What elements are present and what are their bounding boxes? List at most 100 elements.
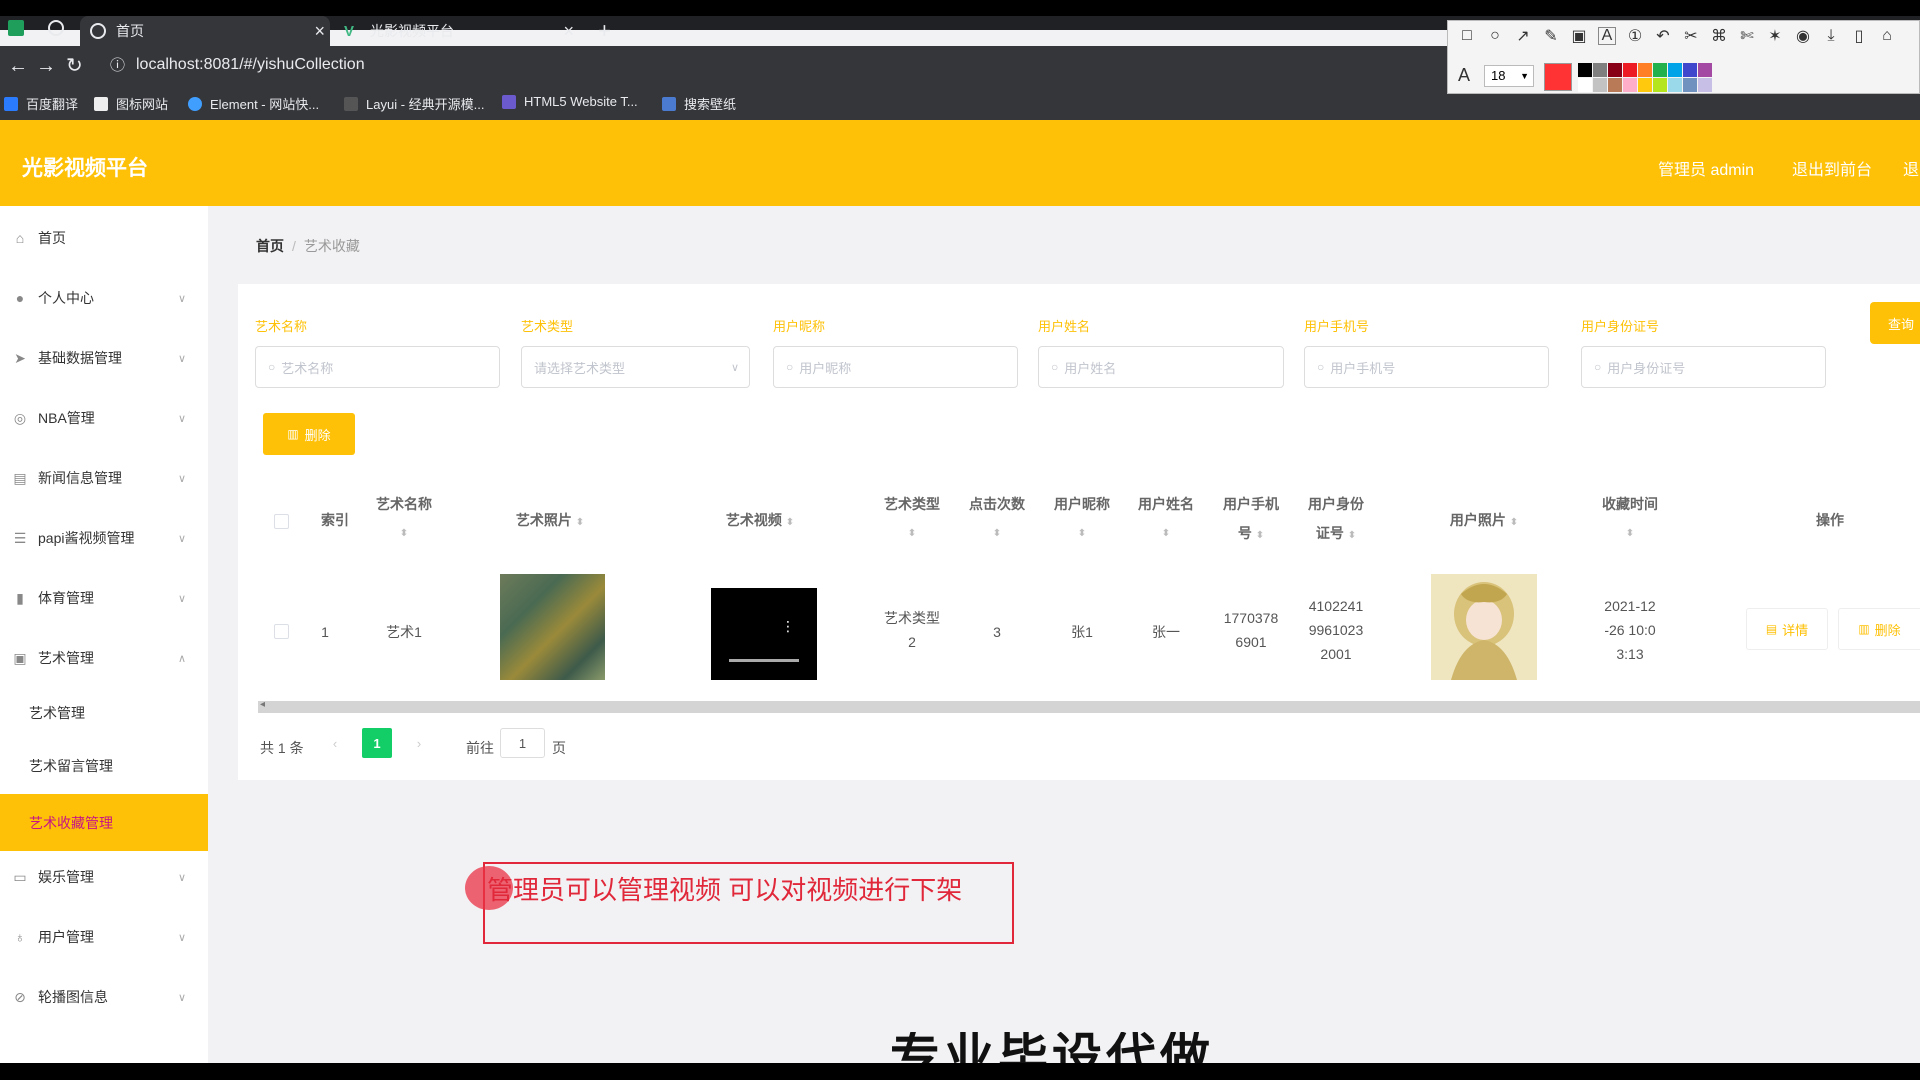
- scissor-icon[interactable]: ✄: [1738, 27, 1756, 45]
- art-video-player[interactable]: ⋮: [711, 588, 817, 680]
- bookmark-item[interactable]: 搜索壁纸: [662, 94, 736, 113]
- color-swatch[interactable]: [1668, 78, 1682, 92]
- column-header-art-type[interactable]: 艺术类型 ⬍: [870, 490, 954, 548]
- bookmark-item[interactable]: Layui - 经典开源模...: [344, 94, 484, 113]
- arrow-icon[interactable]: ↗: [1514, 27, 1532, 45]
- bookmark-icon[interactable]: ⌂: [1878, 27, 1896, 45]
- sidebar-item-papi[interactable]: ☰ papi酱视频管理 ∨: [0, 518, 208, 558]
- bookmark-item[interactable]: 图标网站: [94, 94, 168, 113]
- color-swatch[interactable]: [1608, 78, 1622, 92]
- color-swatch[interactable]: [1683, 78, 1697, 92]
- sidebar-subitem-art-collection[interactable]: 艺术收藏管理: [0, 794, 208, 851]
- column-header-art-video[interactable]: 艺术视频 ⬍: [700, 506, 820, 537]
- sidebar-item-users[interactable]: ♁ 用户管理 ∨: [0, 917, 208, 957]
- color-swatch[interactable]: [1668, 63, 1682, 77]
- row-delete-button[interactable]: ▥ 删除: [1838, 608, 1920, 650]
- phone-input[interactable]: ○ 用户手机号: [1304, 346, 1549, 388]
- download-icon[interactable]: ⤓: [1822, 27, 1840, 45]
- tab-platform[interactable]: V 光影视频平台 ×: [344, 16, 574, 46]
- goto-page-input[interactable]: 1: [500, 728, 545, 758]
- exit-to-front-link[interactable]: 退出到前台: [1792, 156, 1872, 180]
- record-icon[interactable]: ◉: [1794, 27, 1812, 45]
- prev-page-icon[interactable]: ‹: [320, 728, 350, 758]
- art-name-input[interactable]: ○ 艺术名称: [255, 346, 500, 388]
- detail-button[interactable]: ▤ 详情: [1746, 608, 1828, 650]
- username-input[interactable]: ○ 用户姓名: [1038, 346, 1284, 388]
- idcard-input[interactable]: ○ 用户身份证号: [1581, 346, 1826, 388]
- row-checkbox[interactable]: [274, 624, 289, 639]
- logout-link[interactable]: 退: [1903, 156, 1919, 180]
- color-swatch[interactable]: [1698, 63, 1712, 77]
- text-icon[interactable]: A: [1598, 27, 1616, 45]
- bookmark-item[interactable]: Element - 网站快...: [188, 94, 319, 113]
- phone-icon[interactable]: ▯: [1850, 27, 1868, 45]
- sidebar-item-entertainment[interactable]: ▭ 娱乐管理 ∨: [0, 857, 208, 897]
- sidebar-item-news[interactable]: ▤ 新闻信息管理 ∨: [0, 458, 208, 498]
- address-input[interactable]: localhost:8081/#/yishuCollection: [136, 56, 365, 74]
- mosaic-icon[interactable]: ▣: [1570, 27, 1588, 45]
- sidebar-item-home[interactable]: ⌂ 首页: [0, 218, 208, 258]
- close-icon[interactable]: ×: [314, 21, 325, 42]
- font-size-select[interactable]: 18 ▼: [1484, 65, 1534, 87]
- select-all-checkbox[interactable]: [274, 514, 289, 529]
- sidebar-item-basic-data[interactable]: ➤ 基础数据管理 ∨: [0, 338, 208, 378]
- color-swatch[interactable]: [1623, 63, 1637, 77]
- pin-icon[interactable]: ✶: [1766, 27, 1784, 45]
- sort-icon[interactable]: ⬍: [955, 519, 1039, 548]
- page-number-current[interactable]: 1: [362, 728, 392, 758]
- tab-home[interactable]: 首页 ×: [90, 16, 325, 46]
- column-header-user-photo[interactable]: 用户照片 ⬍: [1424, 506, 1544, 537]
- sort-icon[interactable]: ⬍: [576, 517, 584, 528]
- sidebar-subitem-art-comments[interactable]: 艺术留言管理: [0, 741, 208, 791]
- bookmark-item[interactable]: HTML5 Website T...: [502, 94, 638, 109]
- info-icon[interactable]: ⓘ: [110, 56, 125, 76]
- color-swatch[interactable]: [1623, 78, 1637, 92]
- sidebar-item-art[interactable]: ▣ 艺术管理 ∧: [0, 638, 208, 678]
- pen-icon[interactable]: ✎: [1542, 27, 1560, 45]
- color-swatch[interactable]: [1683, 63, 1697, 77]
- color-swatch[interactable]: [1653, 63, 1667, 77]
- scroll-left-icon[interactable]: ◂: [260, 699, 265, 710]
- color-swatch[interactable]: [1578, 63, 1592, 77]
- art-photo-thumbnail[interactable]: [500, 574, 605, 680]
- sort-icon[interactable]: ⬍: [1256, 530, 1264, 541]
- user-photo-thumbnail[interactable]: [1431, 574, 1537, 680]
- rectangle-icon[interactable]: □: [1458, 27, 1476, 45]
- column-header-art-photo[interactable]: 艺术照片 ⬍: [490, 506, 610, 537]
- sort-icon[interactable]: ⬍: [870, 519, 954, 548]
- color-swatch[interactable]: [1578, 78, 1592, 92]
- selected-color-swatch[interactable]: [1544, 63, 1572, 91]
- forward-icon[interactable]: →: [36, 56, 56, 76]
- nickname-input[interactable]: ○ 用户昵称: [773, 346, 1018, 388]
- sidebar-item-sports[interactable]: ▮ 体育管理 ∨: [0, 578, 208, 618]
- translate-icon[interactable]: ⌘: [1710, 27, 1728, 45]
- bookmark-item[interactable]: 百度翻译: [4, 94, 78, 113]
- sidebar-item-personal[interactable]: ● 个人中心 ∨: [0, 278, 208, 318]
- color-swatch[interactable]: [1653, 78, 1667, 92]
- breadcrumb-home[interactable]: 首页: [256, 238, 284, 254]
- column-header-idcard[interactable]: 用户身份 证号 ⬍: [1294, 490, 1378, 550]
- next-page-icon[interactable]: ›: [404, 728, 434, 758]
- column-header-phone[interactable]: 用户手机号 ⬍: [1209, 490, 1293, 550]
- globe-icon[interactable]: [48, 20, 64, 36]
- sidebar-subitem-art-manage[interactable]: 艺术管理: [0, 688, 208, 738]
- query-button[interactable]: 查询: [1870, 302, 1920, 344]
- color-swatch[interactable]: [1593, 63, 1607, 77]
- color-swatch[interactable]: [1698, 78, 1712, 92]
- undo-icon[interactable]: ↶: [1654, 27, 1672, 45]
- column-header-art-name[interactable]: 艺术名称 ⬍: [364, 490, 444, 548]
- cut-icon[interactable]: ✂: [1682, 27, 1700, 45]
- new-tab-icon[interactable]: +: [598, 16, 611, 46]
- horizontal-scrollbar[interactable]: ◂: [258, 699, 1920, 713]
- video-progress-bar[interactable]: [729, 659, 799, 662]
- column-header-clicks[interactable]: 点击次数 ⬍: [955, 490, 1039, 548]
- color-swatch[interactable]: [1638, 63, 1652, 77]
- sort-icon[interactable]: ⬍: [1124, 519, 1208, 548]
- column-header-nickname[interactable]: 用户昵称 ⬍: [1040, 490, 1124, 548]
- sort-icon[interactable]: ⬍: [1040, 519, 1124, 548]
- batch-delete-button[interactable]: ▥ 删除: [263, 413, 355, 455]
- close-icon[interactable]: ×: [563, 21, 574, 42]
- sort-icon[interactable]: ⬍: [1348, 530, 1356, 541]
- sort-icon[interactable]: ⬍: [364, 519, 444, 548]
- color-swatch[interactable]: [1608, 63, 1622, 77]
